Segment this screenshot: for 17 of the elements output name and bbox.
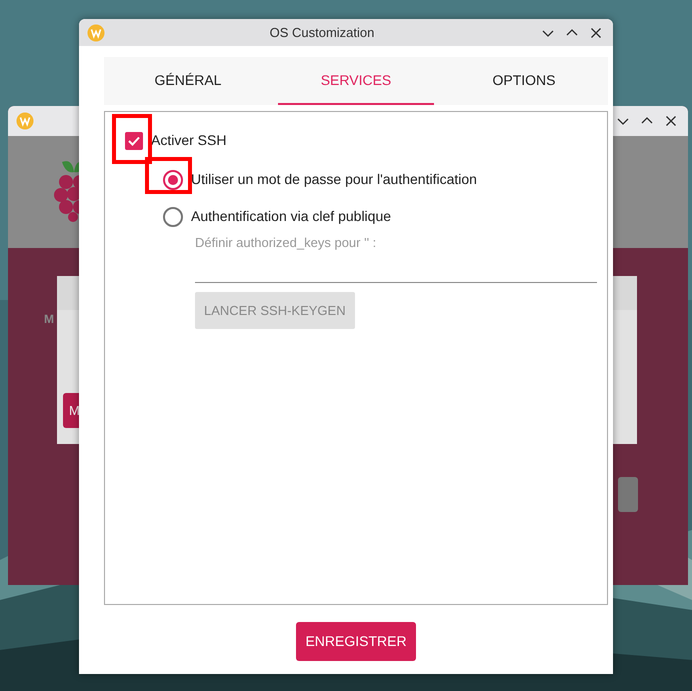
field-label: M bbox=[44, 311, 54, 328]
field-label: Définir authorized_keys pour '' : bbox=[195, 234, 378, 252]
tab[interactable]: OPTIONS bbox=[446, 57, 602, 105]
checkbox-label: Activer SSH bbox=[151, 131, 226, 150]
save-button[interactable]: ENREGISTRER bbox=[296, 622, 416, 661]
checkbox[interactable] bbox=[125, 132, 143, 150]
raspberry-logo-icon bbox=[54, 158, 79, 222]
radio-button[interactable] bbox=[163, 206, 183, 226]
check-icon bbox=[128, 136, 140, 146]
window-title: OS Customization bbox=[268, 24, 376, 42]
radio-label: Authentification via clef publique bbox=[191, 207, 392, 226]
radio-label: Utiliser un mot de passe pour l'authentification bbox=[191, 170, 477, 189]
app-logo-icon bbox=[16, 112, 34, 130]
tab[interactable]: GÉNÉRAL bbox=[110, 57, 266, 105]
app-logo-icon bbox=[87, 24, 105, 42]
tab[interactable]: SERVICES bbox=[278, 57, 434, 105]
radio-button[interactable] bbox=[163, 170, 183, 190]
